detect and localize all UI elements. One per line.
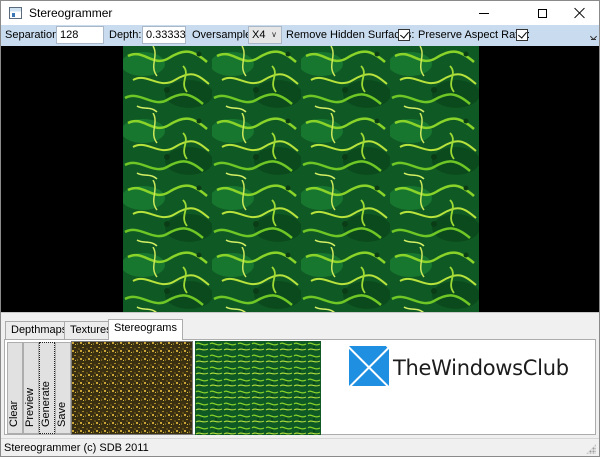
chevron-down-icon: ∨ xyxy=(271,30,277,39)
preserve-aspect-ratio-label: Preserve Aspect Ratio: xyxy=(418,29,530,41)
toolbar-overflow-icon[interactable] xyxy=(591,31,596,40)
generate-button[interactable]: Generate xyxy=(39,342,55,434)
oversample-value: X4 xyxy=(252,29,266,41)
depth-input[interactable]: 0.33333 xyxy=(142,26,186,44)
minimize-icon xyxy=(479,12,489,14)
close-icon xyxy=(574,7,586,19)
title-bar[interactable]: Stereogrammer xyxy=(1,1,599,25)
app-window: Stereogrammer Separation: 128 Depth: 0.3… xyxy=(0,0,600,457)
resize-grip-icon[interactable] xyxy=(586,444,596,454)
preview-button[interactable]: Preview xyxy=(23,342,39,434)
depth-label: Depth: xyxy=(109,29,142,41)
remove-hidden-surfaces-label: Remove Hidden Surfaces: xyxy=(286,29,415,41)
stereogram-thumbnail[interactable] xyxy=(195,341,321,435)
windows-logo-icon xyxy=(349,346,389,386)
maximize-icon xyxy=(537,8,547,18)
stereograms-tab-content: Clear Preview Generate Save TheWindowsCl… xyxy=(4,339,596,435)
oversample-label: Oversample: xyxy=(192,29,255,41)
save-button-label: Save xyxy=(56,401,68,427)
stereogram-viewer xyxy=(1,46,599,312)
status-bar: Stereogrammer (c) SDB 2011 xyxy=(1,438,599,456)
oversample-select[interactable]: X4 ∨ xyxy=(248,26,282,44)
watermark-text: TheWindowsClub xyxy=(393,356,569,380)
clear-button[interactable]: Clear xyxy=(7,342,23,434)
remove-hidden-surfaces-checkbox[interactable] xyxy=(398,29,410,41)
minimize-button[interactable] xyxy=(461,1,507,25)
clear-button-label: Clear xyxy=(8,400,20,427)
toolbar: Separation: 128 Depth: 0.33333 Oversampl… xyxy=(1,25,599,46)
save-button[interactable]: Save xyxy=(55,342,71,434)
separation-label: Separation: xyxy=(5,29,62,41)
close-button[interactable] xyxy=(557,1,600,25)
generate-button-label: Generate xyxy=(40,381,52,427)
stereogram-thumbnail[interactable] xyxy=(71,341,193,435)
preserve-aspect-ratio-checkbox[interactable] xyxy=(516,29,528,41)
status-text: Stereogrammer (c) SDB 2011 xyxy=(4,442,149,454)
stereogram-image xyxy=(123,46,479,312)
watermark-logo: TheWindowsClub xyxy=(349,346,589,386)
separation-input[interactable]: 128 xyxy=(56,26,104,44)
tab-panel: Depthmaps Textures Stereograms Clear Pre… xyxy=(1,312,599,438)
preview-button-label: Preview xyxy=(24,387,36,427)
app-window-icon xyxy=(9,7,22,19)
window-title: Stereogrammer xyxy=(29,6,113,20)
tab-stereograms[interactable]: Stereograms xyxy=(108,319,183,340)
